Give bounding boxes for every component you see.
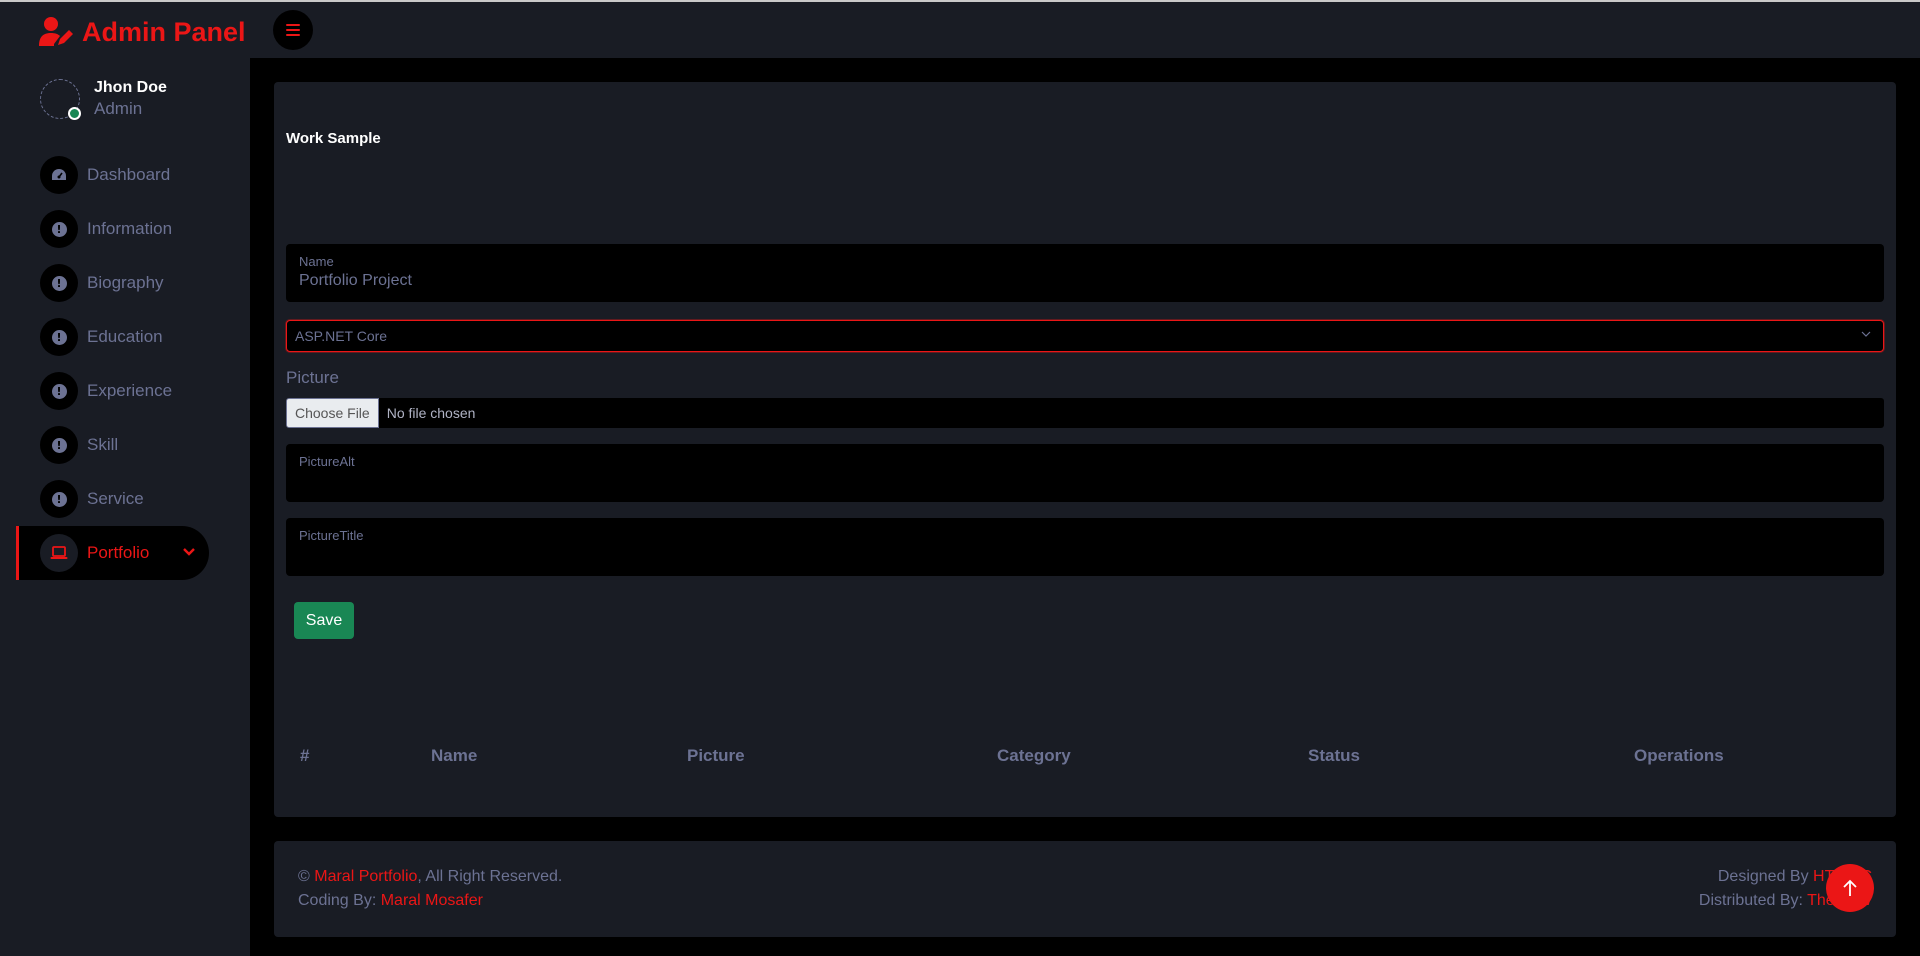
copyright-symbol: © <box>298 868 310 885</box>
info-icon: ! <box>40 318 78 356</box>
topbar <box>250 2 1920 58</box>
sidebar-item-information[interactable]: ! Information <box>0 202 250 256</box>
chevron-down-icon <box>1861 331 1871 337</box>
info-icon: ! <box>40 480 78 518</box>
sidebar-item-dashboard[interactable]: Dashboard <box>0 148 250 202</box>
category-select[interactable]: ASP.NET Core <box>286 320 1884 352</box>
info-icon: ! <box>40 426 78 464</box>
file-status-text: No file chosen <box>386 405 476 421</box>
rights-text: , All Right Reserved. <box>417 868 563 885</box>
table-header: # Name Picture Category Status Operation… <box>274 746 1896 776</box>
name-field[interactable]: Name Portfolio Project <box>286 244 1884 302</box>
picture-title-field[interactable]: PictureTitle <box>286 518 1884 576</box>
back-to-top-button[interactable] <box>1826 864 1874 912</box>
sidebar-toggle-button[interactable] <box>273 10 313 50</box>
choose-file-button[interactable]: Choose File <box>286 398 379 428</box>
info-icon: ! <box>40 372 78 410</box>
column-header: Status <box>1308 746 1360 765</box>
arrow-up-icon <box>1843 879 1857 896</box>
picture-title-label: PictureTitle <box>299 528 364 543</box>
picture-file-input[interactable]: Choose File No file chosen <box>286 398 1884 428</box>
picture-alt-field[interactable]: PictureAlt <box>286 444 1884 502</box>
footer: © Maral Portfolio, All Right Reserved. C… <box>274 841 1896 937</box>
column-header: Name <box>431 746 478 765</box>
profile-role: Admin <box>94 99 143 118</box>
name-field-label: Name <box>299 254 334 269</box>
column-header: Category <box>997 746 1071 765</box>
avatar <box>40 79 81 120</box>
sidebar-item-label: Skill <box>87 435 119 454</box>
sidebar-item-portfolio[interactable]: Portfolio <box>0 526 250 580</box>
sidebar-item-label: Education <box>87 327 163 346</box>
sidebar-nav: Dashboard ! Information ! Biography ! Ed… <box>0 148 250 580</box>
online-status-indicator <box>68 107 81 120</box>
profile-name: Jhon Doe <box>94 79 167 96</box>
menu-bars-icon <box>286 21 300 39</box>
picture-alt-label: PictureAlt <box>299 454 355 469</box>
sidebar: Admin Panel Jhon Doe Admin Dashboard ! I… <box>0 2 250 956</box>
column-header: Picture <box>687 746 745 765</box>
category-selected-value: ASP.NET Core <box>295 328 388 344</box>
sidebar-item-education[interactable]: ! Education <box>0 310 250 364</box>
work-sample-card: Work Sample Name Portfolio Project ASP.N… <box>274 82 1896 817</box>
coding-by-label: Coding By: <box>298 892 381 909</box>
sidebar-item-label: Biography <box>87 273 164 292</box>
column-header: # <box>300 746 310 765</box>
save-button[interactable]: Save <box>294 602 354 639</box>
site-name-link[interactable]: Maral Portfolio <box>314 868 417 885</box>
info-icon: ! <box>40 210 78 248</box>
user-profile[interactable]: Jhon Doe Admin <box>40 78 167 120</box>
brand-logo[interactable]: Admin Panel <box>38 12 246 52</box>
chevron-down-icon[interactable] <box>183 544 195 560</box>
sidebar-item-label: Portfolio <box>87 543 150 562</box>
designed-by-label: Designed By <box>1717 868 1814 885</box>
column-header: Operations <box>1634 746 1724 765</box>
coder-link[interactable]: Maral Mosafer <box>381 892 483 909</box>
laptop-icon <box>40 534 78 572</box>
sidebar-item-label: Service <box>87 489 144 508</box>
picture-label: Picture <box>286 368 339 387</box>
info-icon: ! <box>40 264 78 302</box>
user-edit-icon <box>39 17 73 46</box>
sidebar-item-label: Dashboard <box>87 165 171 184</box>
sidebar-item-experience[interactable]: ! Experience <box>0 364 250 418</box>
page-title: Work Sample <box>286 130 381 147</box>
sidebar-item-service[interactable]: ! Service <box>0 472 250 526</box>
sidebar-item-skill[interactable]: ! Skill <box>0 418 250 472</box>
sidebar-item-biography[interactable]: ! Biography <box>0 256 250 310</box>
tachometer-icon <box>40 156 78 194</box>
distributed-by-label: Distributed By: <box>1698 892 1808 909</box>
name-field-value: Portfolio Project <box>299 272 412 289</box>
sidebar-item-label: Information <box>87 219 173 238</box>
sidebar-item-label: Experience <box>87 381 173 400</box>
brand-title: Admin Panel <box>82 16 246 47</box>
